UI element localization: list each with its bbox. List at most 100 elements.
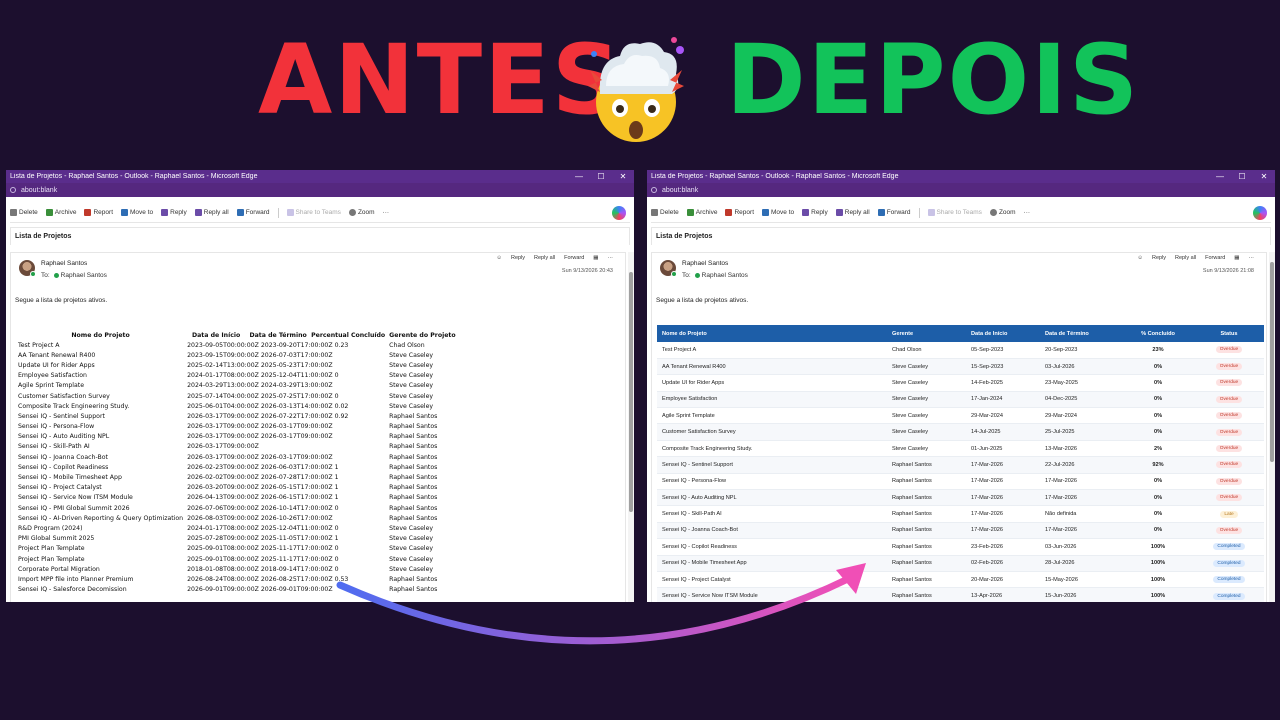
project-name-cell: Update UI for Rider Apps	[18, 361, 95, 369]
start-date-cell: 14-Feb-2025	[966, 374, 1040, 392]
scrollbar-thumb[interactable]	[629, 272, 633, 512]
mail-toolbar: Delete Archive Report Move to Reply Repl…	[10, 203, 630, 223]
archive-button[interactable]: Archive	[686, 209, 717, 216]
forward-button[interactable]: Forward	[236, 209, 270, 216]
reply-button[interactable]: Reply	[802, 209, 828, 216]
reply-all-action[interactable]: Reply all	[534, 255, 555, 261]
more-button[interactable]: ···	[383, 209, 390, 216]
reply-all-button[interactable]: Reply all	[194, 209, 229, 216]
forward-action[interactable]: Forward	[564, 255, 584, 261]
move-to-button[interactable]: Move to	[121, 209, 153, 216]
project-name-cell: Sensei IQ - Persona-Flow	[18, 423, 95, 431]
manager-cell: Steve Caseley	[389, 392, 434, 400]
report-button[interactable]: Report	[84, 209, 113, 216]
zoom-button[interactable]: Zoom	[348, 209, 375, 216]
close-icon[interactable]: ✕	[1253, 172, 1275, 181]
column-header: Nome do Projeto	[657, 325, 887, 342]
manager-cell: Raphael Santos	[389, 423, 438, 431]
project-name-cell: Sensei IQ - Sentinel Support	[657, 456, 887, 474]
table-row: Customer Satisfaction Survey 2025-07-14T0…	[16, 391, 458, 401]
reply-action[interactable]: Reply	[511, 255, 525, 261]
start-date-cell: 17-Jan-2024	[966, 391, 1040, 409]
delete-button[interactable]: Delete	[651, 209, 679, 216]
project-name-cell: Sensei IQ - Service Now ITSM Module	[18, 494, 133, 502]
sender-name[interactable]: Raphael Santos	[41, 260, 87, 267]
start-date-cell: 15-Sep-2023	[966, 358, 1040, 376]
address-bar[interactable]: about:blank	[647, 183, 1275, 197]
teams-icon	[927, 209, 935, 216]
reply-button[interactable]: Reply	[161, 209, 187, 216]
table-row: Customer Satisfaction Survey Steve Casele…	[657, 423, 1264, 441]
manager-cell: Steve Caseley	[887, 374, 966, 392]
address-bar[interactable]: about:blank	[6, 183, 634, 197]
manager-cell: Raphael Santos	[389, 443, 438, 451]
more-icon[interactable]: ···	[1249, 255, 1255, 261]
scrollbar[interactable]	[1269, 252, 1275, 602]
delete-button[interactable]: Delete	[10, 209, 38, 216]
forward-action[interactable]: Forward	[1205, 255, 1225, 261]
scrollbar[interactable]	[628, 252, 634, 602]
percent-cell: 100%	[1122, 538, 1194, 556]
more-button[interactable]: ···	[1024, 209, 1031, 216]
archive-button[interactable]: Archive	[45, 209, 76, 216]
move-to-button[interactable]: Move to	[762, 209, 794, 216]
close-icon[interactable]: ✕	[612, 172, 634, 181]
emoji-icon[interactable]: ☺	[496, 255, 502, 261]
start-date-cell: 29-Mar-2024	[966, 407, 1040, 425]
status-badge: Overdue	[1215, 461, 1243, 469]
project-name-cell: Sensei IQ - AI-Driven Reporting & Query …	[18, 514, 184, 522]
column-header: Data de Início	[191, 331, 241, 339]
maximize-icon[interactable]: ☐	[1231, 172, 1253, 181]
table-row: Sensei IQ - PMI Global Summit 2026 2026-0…	[16, 503, 458, 513]
column-header: Nome do Projeto	[71, 331, 130, 339]
raw-values-cell: 2025-09-01T08:00:00Z 2025-11-17T17:00:00…	[187, 545, 339, 553]
status-badge: Late	[1220, 510, 1238, 518]
avatar[interactable]	[19, 260, 36, 277]
emoji-icon[interactable]: ☺	[1137, 255, 1143, 261]
scrollbar-thumb[interactable]	[1270, 262, 1274, 462]
manager-cell: Steve Caseley	[887, 407, 966, 425]
toolbar-divider	[918, 207, 920, 218]
minimize-icon[interactable]: —	[568, 172, 590, 181]
table-row: Sensei IQ - Sentinel Support Raphael Sant…	[657, 456, 1264, 474]
table-row: Sensei IQ - Skill-Path AI 2026-03-17T09:0…	[16, 442, 458, 452]
share-to-teams-button[interactable]: Share to Teams	[286, 209, 341, 216]
grid-icon[interactable]: ▦	[593, 255, 598, 261]
more-icon[interactable]: ···	[608, 255, 614, 261]
sender-name[interactable]: Raphael Santos	[682, 260, 728, 267]
reply-all-icon	[194, 209, 202, 216]
project-name-cell: Sensei IQ - Skill-Path AI	[18, 443, 90, 451]
message-body: Segue a lista de projetos ativos.	[15, 297, 108, 304]
copilot-icon[interactable]	[612, 205, 626, 220]
reply-all-button[interactable]: Reply all	[835, 209, 870, 216]
minimize-icon[interactable]: —	[1209, 172, 1231, 181]
start-date-cell: 01-Jun-2025	[966, 440, 1040, 458]
start-date-cell: 17-Mar-2026	[966, 473, 1040, 491]
status-cell: Late	[1194, 505, 1264, 523]
raw-values-cell: 2026-03-17T09:00:00Z 2026-03-17T09:00:00…	[187, 433, 333, 441]
status-cell: Overdue	[1194, 391, 1264, 409]
project-name-cell: Sensei IQ - Sentinel Support	[18, 412, 105, 420]
table-row: AA Tenant Renewal R400 Steve Caseley 15-Se…	[657, 358, 1264, 376]
reply-action[interactable]: Reply	[1152, 255, 1166, 261]
maximize-icon[interactable]: ☐	[590, 172, 612, 181]
zoom-button[interactable]: Zoom	[989, 209, 1016, 216]
avatar[interactable]	[660, 260, 677, 277]
grid-icon[interactable]: ▦	[1234, 255, 1239, 261]
reply-all-action[interactable]: Reply all	[1175, 255, 1196, 261]
copilot-icon[interactable]	[1253, 205, 1267, 220]
percent-cell: 100%	[1122, 571, 1194, 589]
forward-button[interactable]: Forward	[877, 209, 911, 216]
share-to-teams-button[interactable]: Share to Teams	[927, 209, 982, 216]
percent-cell: 0%	[1122, 489, 1194, 507]
end-date-cell: 15-Jun-2026	[1040, 587, 1122, 602]
shield-icon	[84, 209, 92, 216]
status-cell: Overdue	[1194, 489, 1264, 507]
status-badge: Overdue	[1215, 379, 1243, 387]
table-row: Agile Sprint Template Steve Caseley 29-Mar…	[657, 407, 1264, 425]
manager-cell: Chad Olson	[389, 341, 425, 349]
end-date-cell: 23-May-2025	[1040, 374, 1122, 392]
manager-cell: Raphael Santos	[389, 494, 438, 502]
end-date-cell: 22-Jul-2026	[1040, 456, 1122, 474]
report-button[interactable]: Report	[725, 209, 754, 216]
